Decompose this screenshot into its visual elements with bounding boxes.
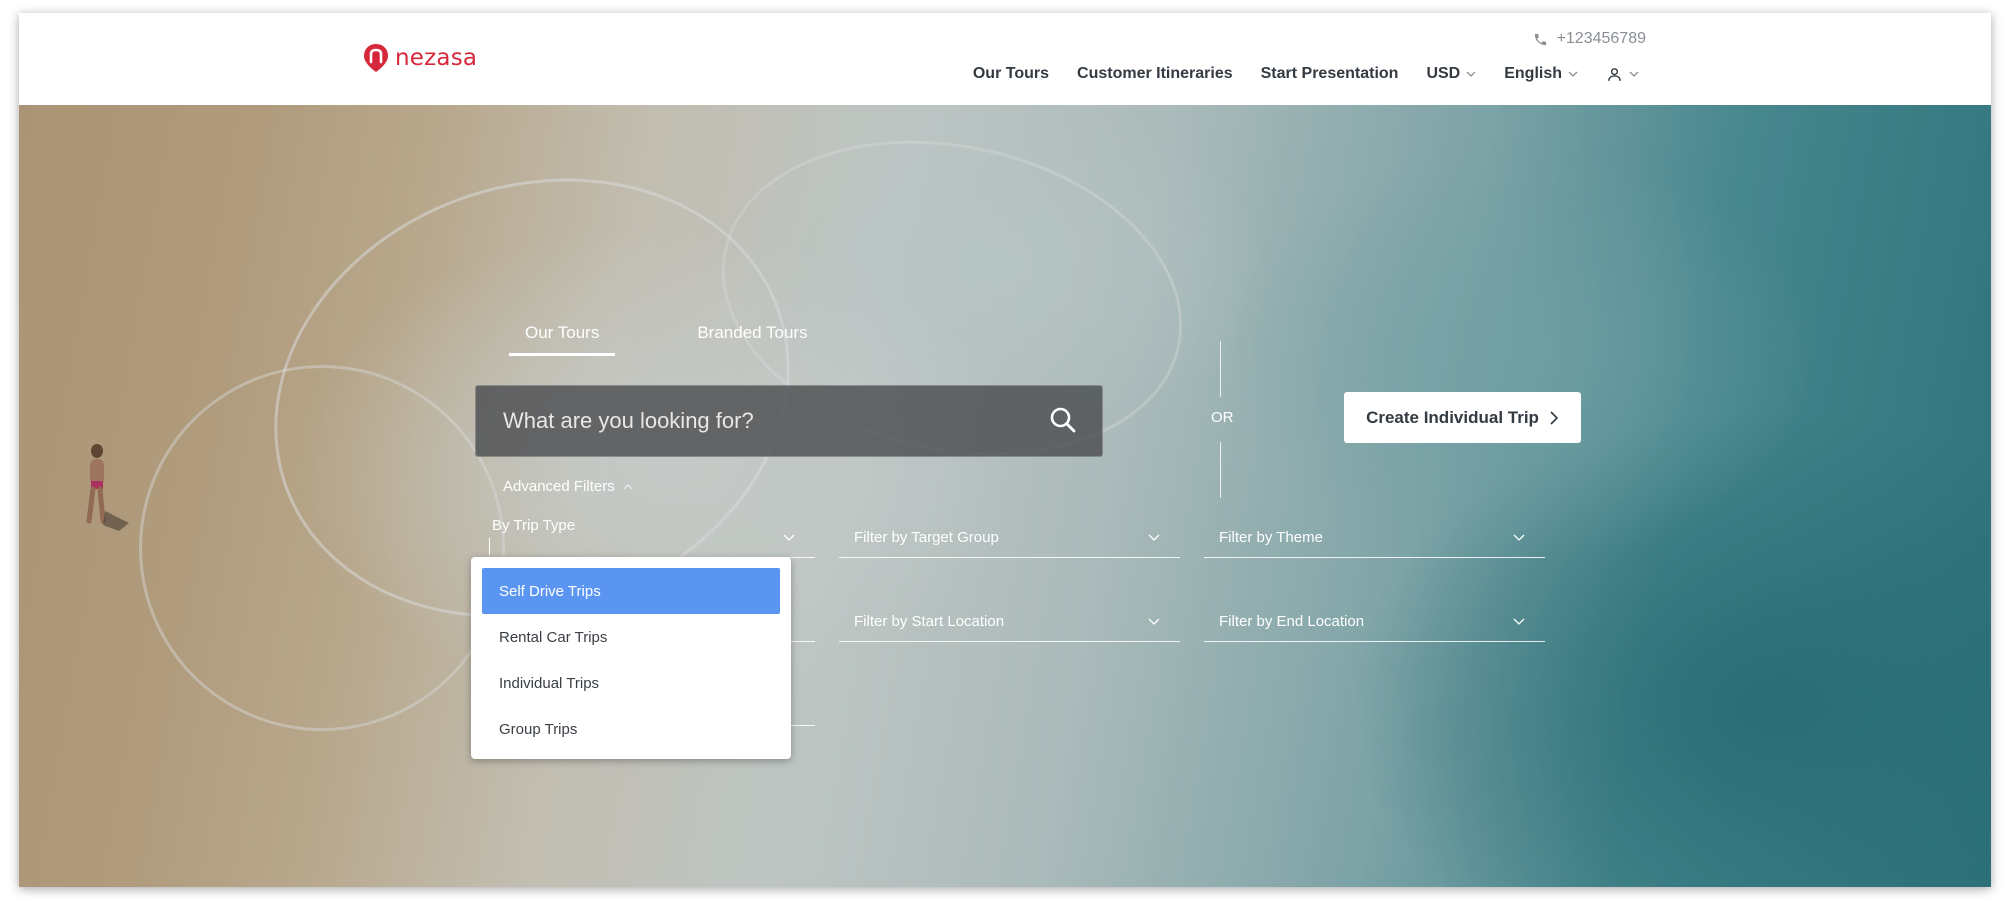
chevron-down-icon [1148,534,1160,541]
user-icon [1608,67,1621,81]
target-group-select[interactable]: Filter by Target Group [839,515,1180,558]
advanced-filters-label: Advanced Filters [503,478,615,495]
target-group-label: Filter by Target Group [854,529,999,546]
theme-select[interactable]: Filter by Theme [1204,515,1545,558]
option-rental-car-trips[interactable]: Rental Car Trips [482,614,780,660]
nav-start-presentation[interactable]: Start Presentation [1261,65,1399,83]
chevron-down-icon [783,534,795,541]
search-icon[interactable] [1049,406,1077,434]
create-button-label: Create Individual Trip [1366,407,1539,427]
create-individual-trip-button[interactable]: Create Individual Trip [1344,392,1581,443]
chevron-down-icon [1629,71,1639,77]
chevron-down-icon [1513,534,1525,541]
search-input[interactable] [476,407,1025,435]
currency-label: USD [1426,65,1461,82]
end-location-select[interactable]: Filter by End Location [1204,599,1545,642]
trip-type-select[interactable] [489,515,815,558]
logo-pin-icon [364,44,388,72]
option-individual-trips[interactable]: Individual Trips [482,660,780,706]
end-location-label: Filter by End Location [1219,613,1365,630]
browser-frame: nezasa +123456789 Our Tours Customer Iti… [19,13,1991,887]
chevron-up-icon [623,483,633,489]
hero-section: Our Tours Branded Tours OR Create Indivi… [19,105,1991,887]
divider [1220,341,1221,397]
nav-customer-itineraries[interactable]: Customer Itineraries [1077,65,1233,83]
chevron-down-icon [1513,618,1525,625]
main-nav: Our Tours Customer Itineraries Start Pre… [973,65,1639,83]
site-header: nezasa +123456789 Our Tours Customer Iti… [19,13,1991,105]
language-label: English [1504,65,1562,82]
option-group-trips[interactable]: Group Trips [482,706,780,752]
search-box [475,385,1103,457]
trip-type-dropdown: Self Drive Trips Rental Car Trips Indivi… [471,557,791,759]
currency-selector[interactable]: USD [1426,65,1476,83]
divider [1220,442,1221,498]
start-location-label: Filter by Start Location [854,613,1005,630]
theme-label: Filter by Theme [1219,529,1323,546]
phone-number: +123456789 [1556,30,1646,47]
tab-branded-tours[interactable]: Branded Tours [681,323,823,356]
brand-logo[interactable]: nezasa [363,43,477,73]
nav-our-tours[interactable]: Our Tours [973,65,1049,83]
chevron-down-icon [1148,618,1160,625]
tab-our-tours[interactable]: Our Tours [509,323,616,356]
phone-contact[interactable]: +123456789 [1533,30,1646,48]
chevron-right-icon [1550,410,1559,425]
option-self-drive-trips[interactable]: Self Drive Trips [482,568,780,614]
search-panel: Our Tours Branded Tours OR Create Indivi… [19,105,1991,887]
tour-tabs: Our Tours Branded Tours [509,323,824,356]
logo-text: nezasa [395,45,478,71]
language-selector[interactable]: English [1504,65,1578,83]
start-location-select[interactable]: Filter by Start Location [839,599,1180,642]
advanced-filters-toggle[interactable]: Advanced Filters [503,478,633,495]
chevron-down-icon [1466,71,1476,77]
chevron-down-icon [1568,71,1578,77]
phone-icon [1534,33,1546,45]
or-label: OR [1211,409,1234,426]
user-menu[interactable] [1606,66,1639,83]
